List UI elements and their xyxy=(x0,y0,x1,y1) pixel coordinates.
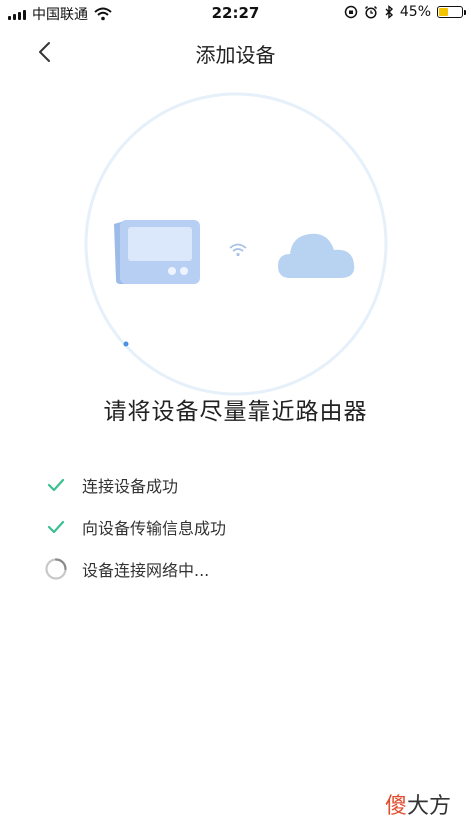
status-bar: 中国联通 22:27 45% xyxy=(0,0,471,26)
cloud-icon xyxy=(278,233,355,278)
bluetooth-icon xyxy=(385,5,393,19)
step-label: 设备连接网络中... xyxy=(82,561,210,580)
ring-progress-dot xyxy=(123,341,129,347)
battery-fill xyxy=(439,8,449,16)
battery-percent: 45% xyxy=(399,4,431,20)
spinner-icon xyxy=(44,557,68,581)
step-label: 向设备传输信息成功 xyxy=(82,519,227,538)
battery-icon xyxy=(437,6,466,18)
step-item: 连接设备成功 xyxy=(44,464,226,506)
orientation-lock-icon xyxy=(344,5,358,19)
watermark-text: 大方 xyxy=(406,794,451,819)
step-list: 连接设备成功 向设备传输信息成功 设备连接网络中... xyxy=(44,464,226,590)
check-icon xyxy=(44,515,68,539)
check-icon xyxy=(44,473,68,497)
nav-bar: 添加设备 xyxy=(0,26,471,80)
device-icon xyxy=(114,220,200,284)
step-item: 设备连接网络中... xyxy=(44,548,226,590)
status-right: 45% xyxy=(344,4,466,20)
watermark: 傻大方 xyxy=(385,788,451,820)
step-label: 连接设备成功 xyxy=(82,477,179,496)
wifi-signal-icon xyxy=(229,243,247,257)
step-item: 向设备传输信息成功 xyxy=(44,506,226,548)
alarm-icon xyxy=(364,5,377,19)
page-title: 添加设备 xyxy=(195,43,276,67)
watermark-accent: 傻 xyxy=(384,794,407,819)
hint-text: 请将设备尽量靠近路由器 xyxy=(103,399,368,425)
